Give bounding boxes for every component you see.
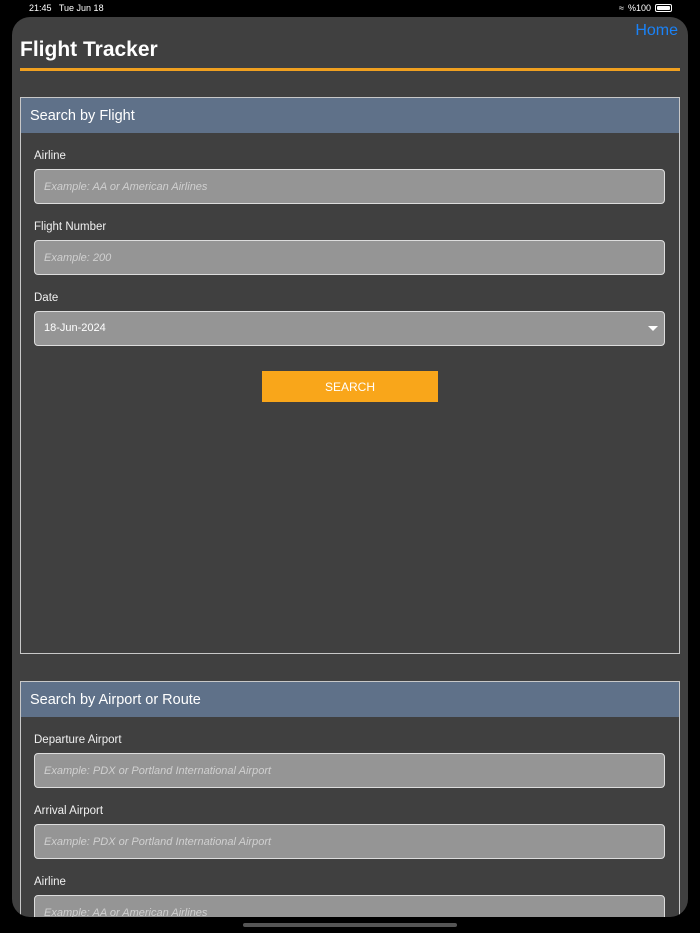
divider	[20, 68, 680, 71]
search-by-route-panel: Search by Airport or Route Departure Air…	[20, 681, 680, 917]
departure-label: Departure Airport	[34, 734, 122, 746]
arrival-label: Arrival Airport	[34, 805, 104, 817]
home-indicator	[243, 923, 457, 927]
date-label: Date	[34, 292, 59, 304]
arrival-input[interactable]	[34, 824, 665, 859]
chevron-down-icon	[648, 326, 658, 331]
time: 21:45	[29, 3, 52, 13]
flight-number-label: Flight Number	[34, 221, 107, 233]
date-value: 18-Jun-2024	[44, 322, 106, 334]
route-airline-label: Airline	[34, 876, 66, 888]
departure-input[interactable]	[34, 753, 665, 788]
panel-title: Search by Airport or Route	[21, 682, 679, 717]
panel-title: Search by Flight	[21, 98, 679, 133]
app-window: Home Flight Tracker Search by Flight Air…	[12, 17, 688, 917]
flight-number-input[interactable]	[34, 240, 665, 275]
status-time: 21:45 Tue Jun 18	[29, 3, 104, 13]
date: Tue Jun 18	[58, 3, 104, 13]
status-right: ≈ %100	[619, 3, 672, 13]
battery-icon	[655, 4, 672, 12]
route-airline-input[interactable]	[34, 895, 665, 917]
airline-label: Airline	[34, 150, 66, 162]
airline-input[interactable]	[34, 169, 665, 204]
search-by-flight-panel: Search by Flight Airline Flight Number D…	[20, 97, 680, 654]
page-title: Flight Tracker	[20, 38, 158, 61]
wifi-icon: ≈	[619, 3, 624, 13]
search-button[interactable]: SEARCH	[262, 371, 438, 402]
date-select[interactable]: 18-Jun-2024	[34, 311, 665, 346]
battery-text: %100	[627, 3, 651, 13]
home-link[interactable]: Home	[635, 22, 678, 40]
